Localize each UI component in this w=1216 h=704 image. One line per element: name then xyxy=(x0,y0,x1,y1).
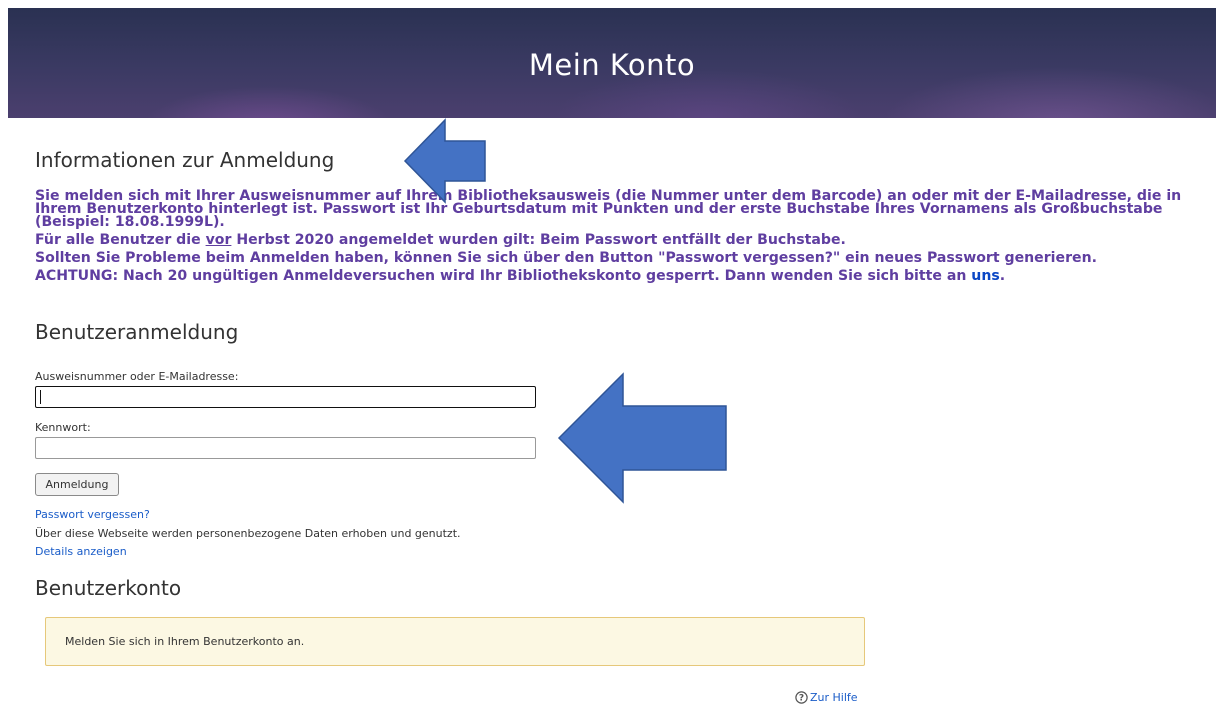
show-details-link[interactable]: Details anzeigen xyxy=(35,545,127,558)
username-label: Ausweisnummer oder E-Mailadresse: xyxy=(35,370,239,383)
page-banner: Mein Konto xyxy=(8,8,1216,118)
text-caret xyxy=(40,390,41,404)
emphasis-vor: vor xyxy=(205,232,232,248)
login-button[interactable]: Anmeldung xyxy=(35,473,119,496)
password-input[interactable] xyxy=(35,437,536,459)
page-title: Mein Konto xyxy=(528,48,696,82)
info-paragraph-1: Sie melden sich mit Ihrer Ausweisnummer … xyxy=(35,188,1182,230)
login-alert: Melden Sie sich in Ihrem Benutzerkonto a… xyxy=(45,617,865,666)
info-paragraph-2: Für alle Benutzer die vor Herbst 2020 an… xyxy=(35,232,846,248)
login-info-text: Sie melden sich mit Ihrer Ausweisnummer … xyxy=(35,188,1205,288)
forgot-password-link[interactable]: Passwort vergessen? xyxy=(35,508,150,521)
info-heading: Informationen zur Anmeldung xyxy=(35,148,335,172)
alert-message: Melden Sie sich in Ihrem Benutzerkonto a… xyxy=(65,635,305,648)
info-paragraph-4: ACHTUNG: Nach 20 ungültigen Anmeldeversu… xyxy=(35,268,1006,284)
annotation-arrow-left-icon xyxy=(403,118,486,204)
info-paragraph-3: Sollten Sie Probleme beim Anmelden haben… xyxy=(35,250,1097,266)
password-label: Kennwort: xyxy=(35,421,91,434)
login-heading: Benutzeranmeldung xyxy=(35,320,239,344)
privacy-note: Über diese Webseite werden personenbezog… xyxy=(35,527,461,540)
contact-us-link[interactable]: uns xyxy=(971,268,999,284)
username-input[interactable] xyxy=(35,386,536,408)
account-heading: Benutzerkonto xyxy=(35,576,182,600)
annotation-arrow-left-large-icon xyxy=(557,372,727,504)
